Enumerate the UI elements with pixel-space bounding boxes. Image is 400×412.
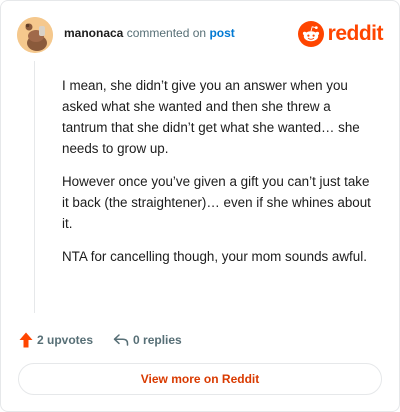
comment-actions: 2 upvotes 0 replies: [19, 331, 182, 349]
reddit-brand[interactable]: reddit: [297, 21, 384, 47]
upvote-button[interactable]: 2 upvotes: [19, 332, 93, 348]
thread-line: [34, 61, 35, 313]
reply-arrow-icon: [113, 334, 129, 346]
comment-paragraph: I mean, she didn’t give you an answer wh…: [62, 78, 360, 156]
comment-body: I mean, she didn’t give you an answer wh…: [62, 75, 372, 279]
username[interactable]: manonaca: [64, 26, 123, 40]
comment-header: manonaca commented on post reddit: [17, 17, 384, 53]
upvote-arrow-icon: [19, 332, 33, 348]
user-avatar[interactable]: [17, 17, 53, 53]
snoo-avatar-icon: [17, 17, 53, 53]
comment-meta: manonaca commented on post: [64, 26, 235, 40]
replies-button[interactable]: 0 replies: [113, 333, 182, 347]
reply-count: 0 replies: [133, 333, 182, 347]
reddit-wordmark: reddit: [327, 22, 384, 45]
view-more-button[interactable]: View more on Reddit: [18, 363, 382, 395]
action-text: commented on: [126, 26, 207, 40]
comment-paragraph: However once you’ve given a gift you can…: [62, 174, 371, 231]
upvote-count: 2 upvotes: [37, 333, 94, 347]
reddit-logo-icon: [297, 21, 324, 47]
comment-paragraph: NTA for cancelling though, your mom soun…: [62, 249, 367, 264]
post-link[interactable]: post: [209, 26, 234, 40]
comment-embed-card: manonaca commented on post reddit I mean…: [0, 0, 400, 412]
